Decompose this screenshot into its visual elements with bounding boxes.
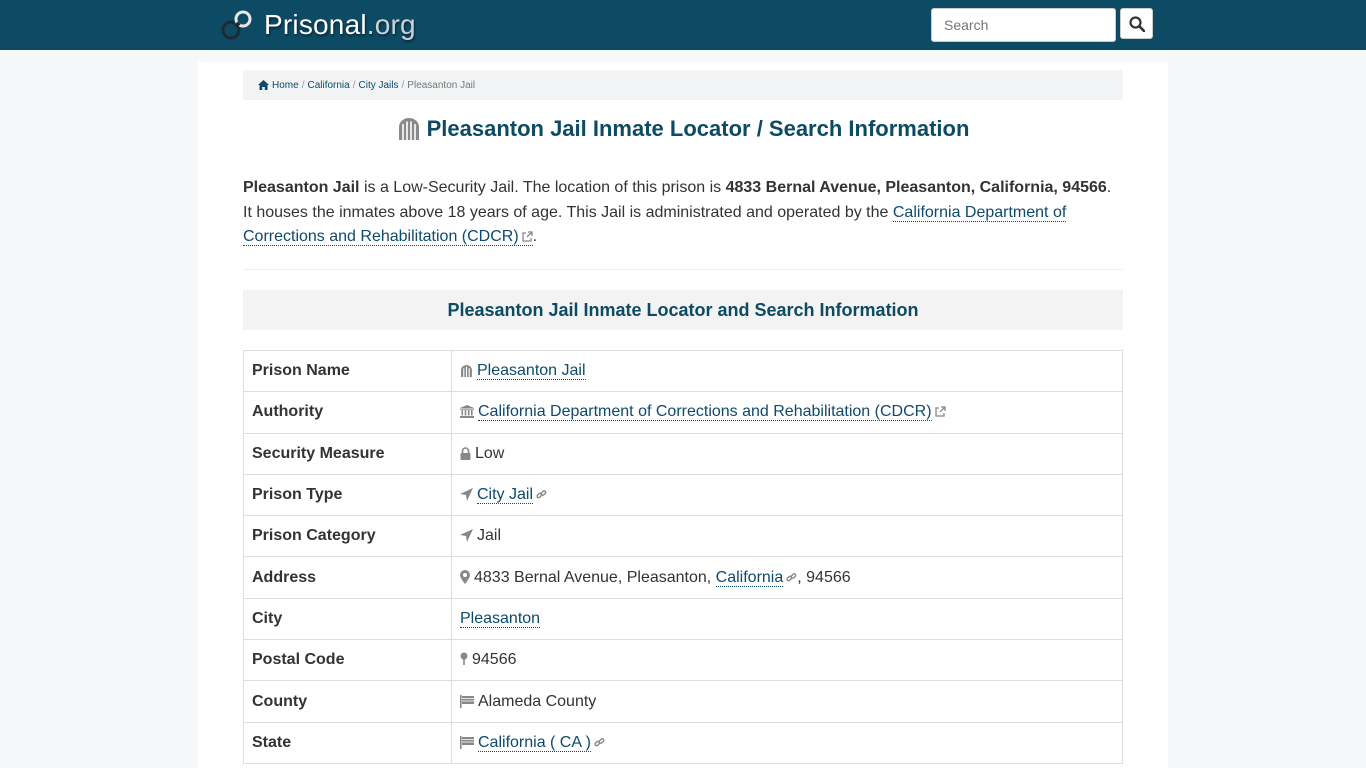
- breadcrumb-state[interactable]: California: [307, 80, 349, 91]
- page-title-text: Pleasanton Jail Inmate Locator / Search …: [426, 116, 970, 141]
- intro-prison-name: Pleasanton Jail: [243, 179, 360, 196]
- lock-icon: [460, 447, 471, 460]
- breadcrumb-current: Pleasanton Jail: [407, 79, 476, 91]
- row-label: State: [243, 721, 452, 764]
- row-value: 4833 Bernal Avenue, Pleasanton, Californ…: [451, 556, 1123, 599]
- logo-name: Prisonal: [264, 9, 367, 40]
- site-logo[interactable]: Prisonal.org: [220, 8, 416, 42]
- row-value: California ( CA ): [451, 721, 1123, 764]
- row-value: Alameda County: [451, 680, 1123, 723]
- section-heading: Pleasanton Jail Inmate Locator and Searc…: [243, 290, 1123, 330]
- top-navbar: Prisonal.org: [0, 0, 1366, 50]
- handcuffs-icon: [221, 10, 252, 40]
- home-icon: [258, 80, 269, 90]
- prison-name-link[interactable]: Pleasanton Jail: [477, 362, 586, 381]
- category-value: Jail: [477, 527, 502, 545]
- row-value: Low: [451, 432, 1123, 475]
- table-row: County Alameda County: [243, 680, 1123, 723]
- map-marker-icon: [460, 569, 470, 584]
- row-value: California Department of Corrections and…: [451, 391, 1123, 434]
- row-value: 94566: [451, 639, 1123, 682]
- city-link[interactable]: Pleasanton: [460, 609, 541, 628]
- search-icon: [1128, 15, 1145, 32]
- table-row: Prison Category Jail: [243, 515, 1123, 558]
- breadcrumb-home[interactable]: Home: [272, 80, 299, 91]
- table-row: State California ( CA ): [243, 721, 1123, 764]
- row-label: Prison Type: [243, 473, 452, 517]
- intro-text: is a Low-Security Jail. The location of …: [359, 179, 726, 196]
- prison-gate-icon: [461, 365, 472, 378]
- location-arrow-icon: [460, 529, 473, 543]
- link-icon: [536, 490, 547, 499]
- prison-type-link[interactable]: City Jail: [477, 486, 534, 505]
- prison-gate-icon: [398, 118, 419, 140]
- table-row: Postal Code 94566: [243, 639, 1123, 682]
- logo-text: Prisonal.org: [264, 9, 416, 41]
- main-content: Home / California / City Jails / Pleasan…: [198, 62, 1168, 768]
- breadcrumb-category[interactable]: City Jails: [359, 80, 399, 91]
- authority-link[interactable]: California Department of Corrections and…: [478, 403, 932, 422]
- intro-paragraph: Pleasanton Jail is a Low-Security Jail. …: [243, 176, 1123, 250]
- security-value: Low: [475, 444, 505, 462]
- breadcrumb-separator: /: [301, 79, 305, 91]
- breadcrumb-separator: /: [401, 79, 405, 91]
- postal-value: 94566: [472, 651, 517, 669]
- row-label: Prison Category: [243, 515, 452, 558]
- intro-address: 4833 Bernal Avenue, Pleasanton, Californ…: [725, 179, 1107, 196]
- logo-tld: .org: [366, 9, 416, 40]
- breadcrumb: Home / California / City Jails / Pleasan…: [243, 70, 1123, 100]
- link-icon: [786, 572, 797, 582]
- page-title: Pleasanton Jail Inmate Locator / Search …: [243, 116, 1123, 142]
- address-street: 4833 Bernal Avenue, Pleasanton,: [474, 568, 716, 586]
- flag-icon: [460, 694, 474, 708]
- row-value: City Jail: [451, 473, 1123, 517]
- table-row: Prison Name Pleasanton Jail: [243, 349, 1123, 393]
- county-value: Alameda County: [478, 692, 597, 710]
- row-value: Jail: [451, 515, 1123, 558]
- row-value: Pleasanton: [451, 597, 1123, 641]
- search-button[interactable]: [1120, 8, 1153, 39]
- table-row: Address 4833 Bernal Avenue, Pleasanton, …: [243, 556, 1123, 599]
- row-value: Pleasanton Jail: [451, 349, 1123, 393]
- state-link[interactable]: California ( CA ): [478, 733, 591, 752]
- external-link-icon: [934, 406, 946, 418]
- search-input[interactable]: [931, 8, 1116, 42]
- address-state-link[interactable]: California: [715, 568, 784, 587]
- location-arrow-icon: [460, 488, 473, 502]
- row-label: Authority: [243, 391, 452, 434]
- institution-icon: [460, 405, 474, 419]
- divider: [243, 269, 1123, 270]
- row-label: Prison Name: [243, 349, 452, 393]
- row-label: City: [243, 597, 452, 641]
- external-link-icon: [522, 231, 533, 242]
- row-label: Postal Code: [243, 639, 452, 682]
- map-pin-icon: [460, 652, 468, 666]
- link-icon: [594, 737, 605, 747]
- table-row: Security Measure Low: [243, 432, 1123, 475]
- breadcrumb-separator: /: [352, 79, 356, 91]
- row-label: Security Measure: [243, 432, 452, 475]
- row-label: Address: [243, 556, 452, 599]
- row-label: County: [243, 680, 452, 723]
- table-row: Authority California Department of Corre…: [243, 391, 1123, 434]
- address-zip: , 94566: [797, 568, 851, 586]
- table-row: Prison Type City Jail: [243, 473, 1123, 517]
- info-table: Prison Name Pleasanton Jail Authority Ca…: [243, 349, 1123, 764]
- flag-icon: [460, 735, 474, 749]
- authority-text: California Department of Corrections and…: [478, 403, 932, 421]
- intro-text: .: [532, 228, 538, 245]
- table-row: City Pleasanton: [243, 597, 1123, 641]
